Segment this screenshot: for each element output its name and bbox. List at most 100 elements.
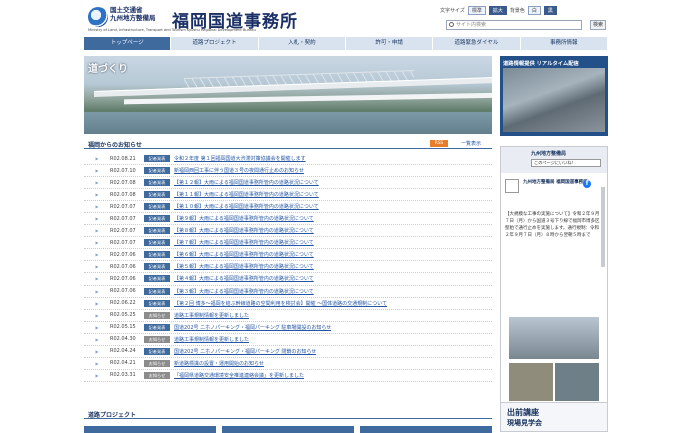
- news-link[interactable]: 【第２回 博多～福岡を結ぶ幹線道路の空間利用を検討会】開催 ～国体道路の交通規制…: [174, 300, 387, 307]
- fb-avatar[interactable]: [505, 179, 519, 193]
- news-row[interactable]: ▶ R02.07.06 記者発表 【第４報】大雨による福岡国道事務所管内の道路状況につ…: [84, 273, 492, 286]
- fb-post-author[interactable]: 九州地方整備局 福岡国道事務所: [523, 180, 588, 186]
- news-row[interactable]: ▶ R02.07.06 記者発表 【第３報】大雨による福岡国道事務所管内の道路状況につ…: [84, 286, 492, 298]
- news-link[interactable]: 新道路標識の設置・運用開始のお知らせ: [174, 360, 264, 367]
- news-row[interactable]: ▶ R02.05.15 記者発表 国道202号 ニホノパーキング・福岡パーキング 駐車…: [84, 322, 492, 334]
- nav-road-projects[interactable]: 道路プロジェクト: [171, 37, 259, 50]
- live-camera-banner[interactable]: 道路情報提供 リアルタイム配信: [500, 56, 608, 136]
- news-row[interactable]: ▶ R02.07.07 記者発表 【第８報】大雨による福岡国道事務所管内の道路状況につ…: [84, 225, 492, 238]
- news-link[interactable]: 【第３報】大雨による福岡国道事務所管内の道路状況について: [174, 288, 314, 295]
- news-date: R02.05.25: [110, 312, 136, 319]
- hero-label: 道づくり: [88, 64, 128, 75]
- text-size-large-button[interactable]: 拡大: [488, 6, 507, 15]
- news-badge: 記者発表: [144, 287, 170, 295]
- news-row[interactable]: ▶ R02.07.07 記者発表 【第１０報】大雨による福岡国道事務所管内の道路状況に…: [84, 201, 492, 214]
- fb-page-name[interactable]: 九州地方整備局: [531, 150, 566, 157]
- org-name[interactable]: 国土交通省 九州地方整備局: [110, 6, 156, 22]
- news-row[interactable]: ▶ R02.06.22 記者発表 【第２回 博多～福岡を結ぶ幹線道路の空間利用を検討会…: [84, 298, 492, 310]
- news-link[interactable]: 【第１０報】大雨による福岡国道事務所管内の道路状況について: [174, 203, 319, 210]
- arrow-icon: ▶: [95, 360, 99, 366]
- news-header: 福岡からのお知らせ RSS 一覧表示: [84, 139, 492, 149]
- news-badge: お知らせ: [144, 311, 170, 319]
- fb-post-photo[interactable]: [509, 317, 599, 359]
- arrow-icon: ▶: [95, 240, 99, 246]
- rss-button[interactable]: RSS: [430, 140, 448, 147]
- news-date: R02.08.21: [110, 155, 136, 162]
- fb-post-photo[interactable]: [509, 363, 553, 401]
- hero-river: [84, 112, 492, 134]
- news-row[interactable]: ▶ R02.08.21 記者発表 令和２年度 第１回福岡国道大渋滞対策協議会を開催しま…: [84, 153, 492, 166]
- news-row[interactable]: ▶ R02.05.25 お知らせ 道路工事規制情報を更新しました: [84, 310, 492, 322]
- arrow-icon: ▶: [95, 192, 99, 198]
- news-more-link[interactable]: 一覧表示: [461, 140, 481, 147]
- site-search-input[interactable]: サイト内検索: [446, 20, 582, 30]
- search-button[interactable]: 検索: [590, 20, 606, 30]
- news-badge: 記者発表: [144, 263, 170, 271]
- background-white-button[interactable]: 白: [527, 6, 541, 15]
- news-date: R02.07.07: [110, 227, 136, 234]
- news-badge: 記者発表: [144, 203, 170, 211]
- news-row[interactable]: ▶ R02.07.06 記者発表 【第６報】大雨による福岡国道事務所管内の道路状況につ…: [84, 249, 492, 262]
- news-row[interactable]: ▶ R02.07.07 記者発表 【第７報】大雨による福岡国道事務所管内の道路状況につ…: [84, 237, 492, 250]
- news-link[interactable]: 【第７報】大雨による福岡国道事務所管内の道路状況について: [174, 239, 314, 246]
- news-badge: 記者発表: [144, 227, 170, 235]
- site-title[interactable]: 福岡国道事務所: [172, 7, 298, 32]
- project-tab[interactable]: [222, 426, 354, 433]
- news-date: R02.07.06: [110, 288, 136, 295]
- news-link[interactable]: 新福岡西回工事に伴う国道３号の夜間通行止めのお知らせ: [174, 167, 304, 174]
- project-tab[interactable]: [84, 426, 216, 433]
- news-row[interactable]: ▶ R02.04.30 お知らせ 道路工事規制情報を更新しました: [84, 334, 492, 346]
- facebook-icon: f: [583, 180, 591, 188]
- news-badge: 記者発表: [144, 167, 170, 175]
- global-nav: トップページ 道路プロジェクト 入札・契約 許可・申請 道路緊急ダイヤル 事務所…: [84, 37, 608, 50]
- nav-permits[interactable]: 許可・申請: [346, 37, 434, 50]
- lecture-banner[interactable]: 出前講座 現場見学会: [500, 402, 608, 432]
- nav-emergency-dial[interactable]: 道路緊急ダイヤル: [433, 37, 521, 50]
- arrow-icon: ▶: [95, 264, 99, 270]
- news-link[interactable]: 道路工事規制情報を更新しました: [174, 336, 249, 343]
- news-row[interactable]: ▶ R02.07.08 記者発表 【第１２報】大雨による福岡国道事務所管内の道路状況に…: [84, 177, 492, 190]
- news-link[interactable]: 【第８報】大雨による福岡国道事務所管内の道路状況について: [174, 227, 314, 234]
- news-link[interactable]: 令和２年度 第１回福岡国道大渋滞対策協議会を開催します: [174, 155, 306, 162]
- arrow-icon: ▶: [95, 300, 99, 306]
- news-badge: 記者発表: [144, 275, 170, 283]
- text-size-standard-button[interactable]: 標準: [467, 6, 486, 15]
- news-link[interactable]: 「福岡県道路交通環境安全推進連絡会議」を更新しました: [174, 372, 304, 379]
- news-link[interactable]: 道路工事規制情報を更新しました: [174, 312, 249, 319]
- news-date: R02.07.06: [110, 263, 136, 270]
- news-link[interactable]: 【第５報】大雨による福岡国道事務所管内の道路状況について: [174, 263, 314, 270]
- news-link[interactable]: 【第６報】大雨による福岡国道事務所管内の道路状況について: [174, 251, 314, 258]
- news-row[interactable]: ▶ R02.07.07 記者発表 【第９報】大雨による福岡国道事務所管内の道路状況につ…: [84, 213, 492, 226]
- news-link[interactable]: 国道202号 ニホノパーキング・福岡パーキング 駐車場開設のお知らせ: [174, 324, 331, 331]
- fb-post-text: 【大規模な工事の実施について】令和２年９月７日（月）から国道３号下り線で福岡市博…: [505, 212, 600, 238]
- news-link[interactable]: 国道202号 ニホノパーキング・福岡パーキング 閉鎖のお知らせ: [174, 348, 316, 355]
- fb-scrollbar[interactable]: [601, 187, 605, 267]
- fb-like-button[interactable]: このページにいいね！: [531, 159, 601, 167]
- news-link[interactable]: 【第１１報】大雨による福岡国道事務所管内の道路状況について: [174, 191, 319, 198]
- news-badge: 記者発表: [144, 347, 170, 355]
- news-badge: 記者発表: [144, 179, 170, 187]
- news-row[interactable]: ▶ R02.04.24 記者発表 国道202号 ニホノパーキング・福岡パーキング 閉鎖…: [84, 346, 492, 358]
- news-badge: 記者発表: [144, 191, 170, 199]
- background-black-button[interactable]: 黒: [543, 6, 557, 15]
- news-row[interactable]: ▶ R02.07.10 記者発表 新福岡西回工事に伴う国道３号の夜間通行止めのお知らせ: [84, 165, 492, 178]
- news-row[interactable]: ▶ R02.03.31 お知らせ 「福岡県道路交通環境安全推進連絡会議」を更新しました: [84, 370, 492, 382]
- news-row[interactable]: ▶ R02.04.21 お知らせ 新道路標識の設置・運用開始のお知らせ: [84, 358, 492, 370]
- news-row[interactable]: ▶ R02.07.06 記者発表 【第５報】大雨による福岡国道事務所管内の道路状況につ…: [84, 261, 492, 274]
- news-link[interactable]: 【第４報】大雨による福岡国道事務所管内の道路状況について: [174, 275, 314, 282]
- project-tab[interactable]: [360, 426, 492, 433]
- news-row[interactable]: ▶ R02.07.08 記者発表 【第１１報】大雨による福岡国道事務所管内の道路状況に…: [84, 189, 492, 202]
- fb-post-photo[interactable]: [555, 363, 599, 401]
- facebook-widget: 九州地方整備局 このページにいいね！ 九州地方整備局 福岡国道事務所 f 【大規…: [500, 146, 608, 404]
- news-link[interactable]: 【第１２報】大雨による福岡国道事務所管内の道路状況について: [174, 179, 319, 186]
- news-date: R02.07.07: [110, 239, 136, 246]
- nav-bidding[interactable]: 入札・契約: [259, 37, 346, 50]
- news-badge: 記者発表: [144, 251, 170, 259]
- nav-office-info[interactable]: 事務所情報: [521, 37, 608, 50]
- search-icon: [449, 22, 454, 27]
- mlit-logo-icon[interactable]: [88, 7, 108, 27]
- news-link[interactable]: 【第９報】大雨による福岡国道事務所管内の道路状況について: [174, 215, 314, 222]
- hero-banner[interactable]: 道づくり: [84, 56, 492, 134]
- camera-title: 道路情報提供 リアルタイム配信: [503, 61, 579, 67]
- nav-top-page[interactable]: トップページ: [84, 37, 172, 50]
